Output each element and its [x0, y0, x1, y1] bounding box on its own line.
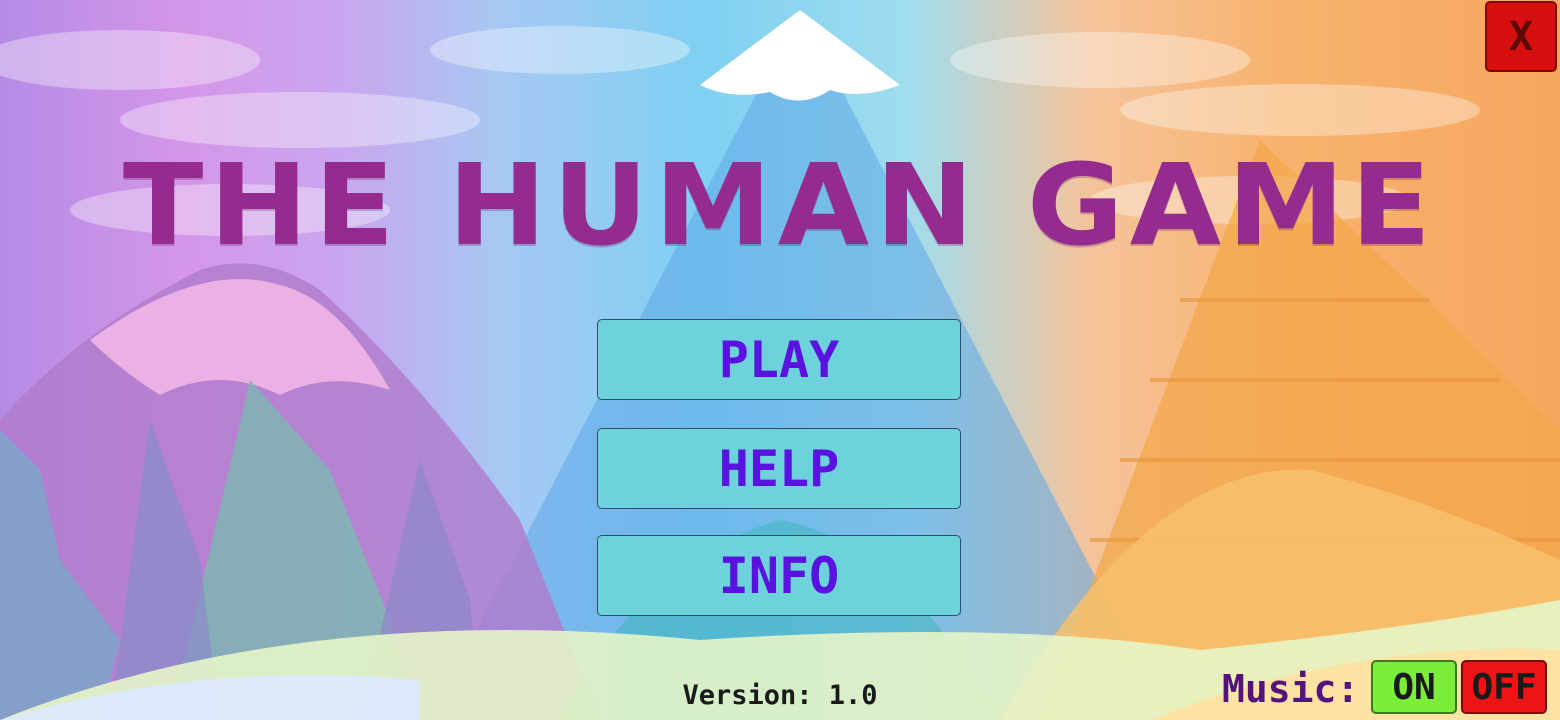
help-button[interactable]: HELP [597, 428, 961, 509]
mountain-snowcap [700, 10, 900, 101]
left-snowcap [90, 279, 390, 395]
music-on-button[interactable]: ON [1371, 660, 1457, 714]
game-title: THE HUMAN GAME [122, 139, 1438, 271]
info-button[interactable]: INFO [597, 535, 961, 616]
close-button[interactable]: X [1485, 1, 1557, 72]
play-button[interactable]: PLAY [597, 319, 961, 400]
music-label: Music: [1222, 667, 1360, 711]
music-off-button[interactable]: OFF [1461, 660, 1547, 714]
